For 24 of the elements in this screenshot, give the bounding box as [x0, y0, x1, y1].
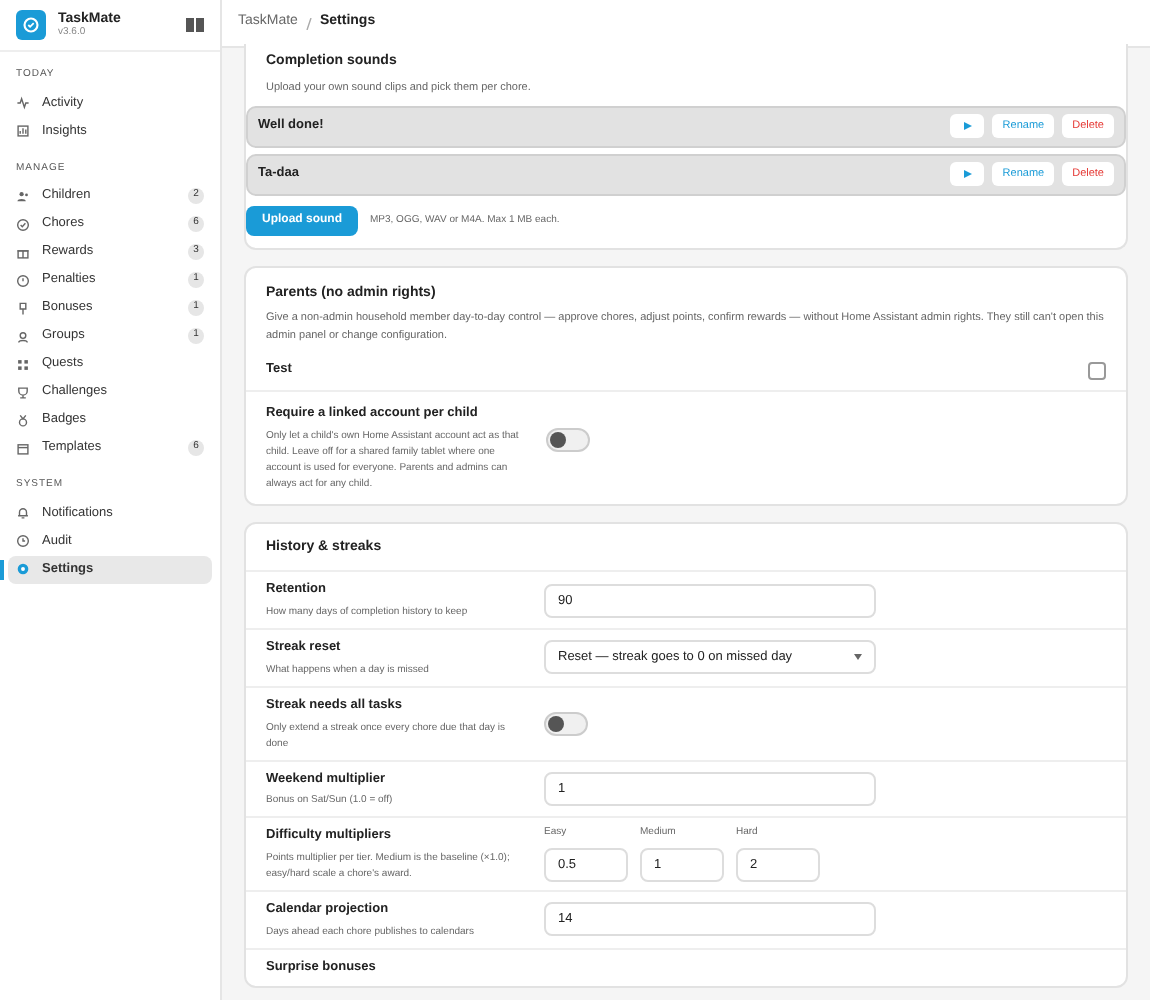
play-icon	[963, 122, 972, 131]
bell-icon	[16, 506, 30, 520]
calendar-icon	[16, 441, 30, 455]
medal-icon	[16, 413, 30, 427]
chart-icon	[16, 124, 30, 138]
grid-icon	[16, 357, 30, 371]
play-icon	[963, 170, 972, 179]
check-circle-icon	[16, 217, 30, 231]
trophy-icon	[16, 385, 30, 399]
pin-icon	[16, 301, 30, 315]
activity-icon	[16, 96, 30, 110]
checkbox[interactable]	[1088, 361, 1106, 380]
caret-icon	[854, 654, 862, 661]
logo-icon	[16, 10, 46, 40]
toggle-switch[interactable]	[544, 711, 588, 736]
active-indicator	[0, 559, 4, 579]
people-icon	[16, 189, 30, 203]
play-button[interactable]	[950, 114, 985, 139]
slash-icon	[305, 17, 312, 29]
clock-icon	[16, 534, 30, 548]
play-button[interactable]	[950, 162, 985, 187]
clock-icon	[16, 273, 30, 287]
group-icon	[16, 329, 30, 343]
toggle-switch[interactable]	[546, 428, 590, 452]
